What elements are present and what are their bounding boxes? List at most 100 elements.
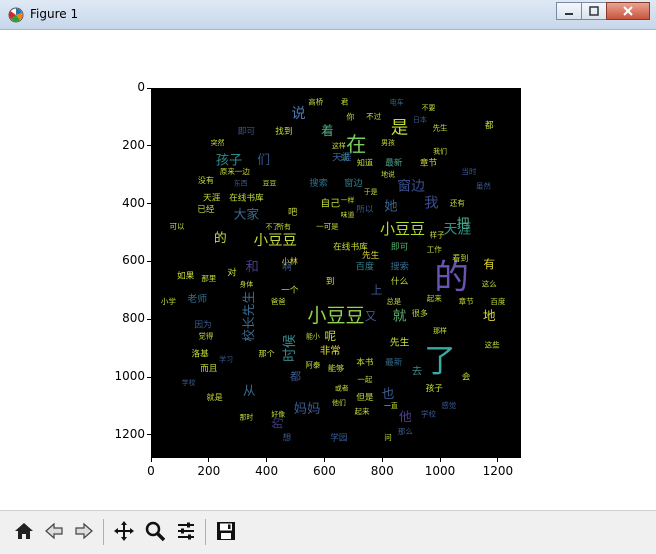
y-tick-mark <box>147 87 151 89</box>
matplotlib-app-icon <box>8 7 24 23</box>
wordcloud-word: 高桥 <box>308 96 323 106</box>
wordcloud-word: 能小 <box>306 332 320 341</box>
wordcloud-word: 窗边 <box>397 177 425 194</box>
wordcloud-word: 都 <box>290 370 301 383</box>
wordcloud-word: 地说 <box>381 170 395 179</box>
wordcloud-word: 好像 <box>271 410 285 419</box>
home-icon <box>15 523 33 539</box>
wordcloud-word: 她 <box>384 199 397 215</box>
wordcloud-word: 还有 <box>450 198 465 208</box>
wordcloud-word: 或 <box>340 151 349 163</box>
wordcloud-word: 和 <box>246 259 259 275</box>
wordcloud-word: 先生 <box>390 335 410 348</box>
arrow-right-icon <box>75 522 93 540</box>
toolbar-separator <box>205 519 206 545</box>
wordcloud-word: 爸爸 <box>271 296 286 306</box>
wordcloud-word: 老师 <box>187 292 207 305</box>
wordcloud-word: 天涯 <box>203 192 221 203</box>
close-icon <box>623 6 633 16</box>
wordcloud-word: 看到 <box>452 253 468 263</box>
minimize-button[interactable] <box>556 2 582 20</box>
wordcloud-word: 窗边 <box>344 177 363 189</box>
wordcloud-word: 也 <box>382 386 395 401</box>
wordcloud-word: 君 <box>341 97 349 106</box>
wordcloud-word: 的 <box>434 258 469 298</box>
close-button[interactable] <box>606 2 650 20</box>
wordcloud-word: 不要 <box>422 104 436 112</box>
wordcloud-word: 百度 <box>356 261 375 273</box>
wordcloud-word: 我们 <box>433 147 447 156</box>
wordcloud-word: 章节 <box>420 157 438 169</box>
wordcloud-word: 孩子 <box>426 382 444 394</box>
wordcloud-word: 没有 <box>198 175 214 185</box>
wordcloud-word: 孩子 <box>216 152 243 168</box>
y-tick-label: 800 <box>122 311 145 326</box>
wordcloud-word: 日本 <box>413 115 427 124</box>
wordcloud-word: 身体 <box>239 280 253 289</box>
wordcloud-word: 着 <box>321 123 334 138</box>
wordcloud-word: 最新 <box>385 157 403 169</box>
wordcloud-word: 或者 <box>335 384 349 393</box>
wordcloud-word: 样子 <box>430 229 445 239</box>
wordcloud-word: 阿泰 <box>305 360 320 370</box>
x-tick-label: 200 <box>197 464 221 478</box>
x-tick-mark <box>497 458 499 462</box>
wordcloud-word: 大家 <box>234 207 260 222</box>
wordcloud-word: 很多 <box>412 308 428 318</box>
wordcloud-word: 那时 <box>239 413 253 422</box>
y-tick-label: 0 <box>137 80 145 94</box>
wordcloud-word: 这些 <box>485 339 500 349</box>
wordcloud-word: 有 <box>483 257 495 271</box>
wordcloud-word: 在线书库 <box>333 240 368 252</box>
y-tick-label: 1000 <box>114 369 145 384</box>
wordcloud-word: 了 <box>424 343 456 380</box>
wordcloud-word: 起来 <box>427 294 442 303</box>
x-tick-mark <box>208 458 210 462</box>
save-button[interactable] <box>212 517 240 545</box>
wordcloud-word: 他 <box>399 409 412 424</box>
wordcloud-word: 那样 <box>433 326 447 335</box>
subplots-button[interactable] <box>172 517 200 545</box>
y-tick-label: 200 <box>122 137 145 152</box>
y-tick-mark <box>147 434 151 436</box>
wordcloud-word: 味道 <box>341 210 355 219</box>
maximize-button[interactable] <box>581 2 607 20</box>
zoom-button[interactable] <box>141 517 169 545</box>
wordcloud-word: 那里 <box>201 274 216 283</box>
window-title: Figure 1 <box>30 7 79 21</box>
toolbar-separator <box>103 519 104 545</box>
back-button[interactable] <box>40 517 68 545</box>
wordcloud-word: 百度 <box>490 296 505 306</box>
maximize-icon <box>589 6 599 16</box>
wordcloud-word: 一直 <box>384 401 398 410</box>
y-tick-label: 600 <box>122 253 145 268</box>
wordcloud-word: 非常 <box>320 344 341 357</box>
wordcloud-word: 你 <box>346 111 354 121</box>
wordcloud-word: 去 <box>412 365 422 377</box>
wordcloud-word: 校长先生 <box>241 291 256 342</box>
wordcloud-word: 问 <box>384 433 392 442</box>
wordcloud-word: 把 <box>457 216 470 232</box>
wordcloud-word: 工作 <box>427 244 442 254</box>
wordcloud-word: 如果 <box>177 269 195 281</box>
wordcloud-word: 即可 <box>238 126 256 137</box>
wordcloud-word: 们 <box>257 152 270 167</box>
wordcloud-word: 已经 <box>197 203 215 215</box>
y-tick-label: 400 <box>122 195 145 210</box>
wordcloud-word: 是 <box>391 118 408 138</box>
wordcloud-word: 可以 <box>170 222 185 231</box>
wordcloud-word: 这么 <box>482 279 497 289</box>
wordcloud-word: 搜索 <box>309 177 328 189</box>
wordcloud-word: 小林 <box>282 256 298 266</box>
wordcloud-word: 就是 <box>207 392 223 402</box>
wordcloud-word: 先生 <box>362 249 380 261</box>
wordcloud-word: 能够 <box>328 363 344 373</box>
x-tick-mark <box>150 458 152 462</box>
home-button[interactable] <box>10 517 38 545</box>
pan-button[interactable] <box>110 517 138 545</box>
forward-button[interactable] <box>70 517 98 545</box>
wordcloud-word: 但是 <box>356 391 374 403</box>
wordcloud-word: 对 <box>227 267 236 279</box>
wordcloud-word: 那个 <box>259 348 275 358</box>
wordcloud-word: 而且 <box>200 363 218 374</box>
